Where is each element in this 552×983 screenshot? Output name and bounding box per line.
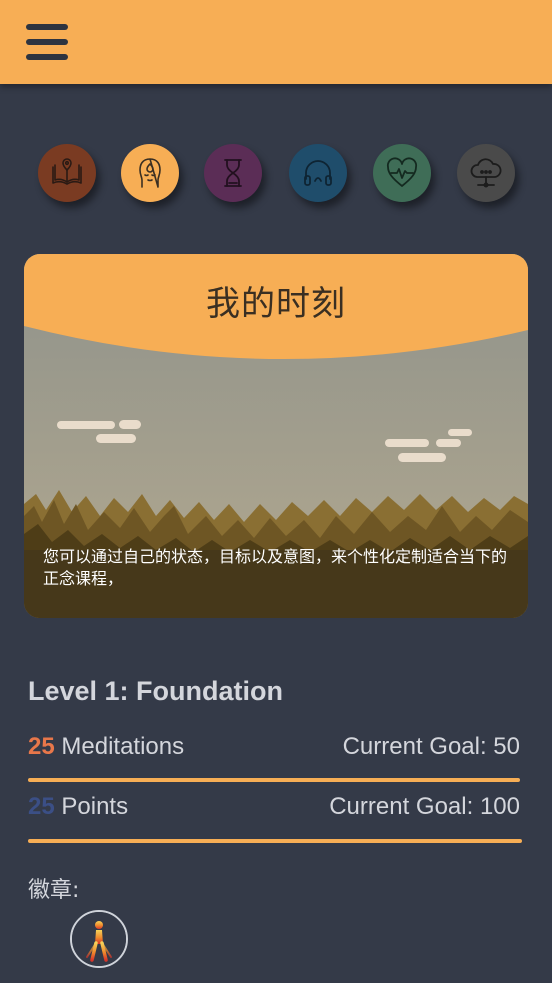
card-description: 您可以通过自己的状态，目标以及意图，来个性化定制适合当下的正念课程， bbox=[43, 547, 508, 588]
points-progress-bar bbox=[28, 839, 522, 843]
level-title: Level 1: Foundation bbox=[28, 676, 284, 706]
meditation-head-icon bbox=[139, 158, 161, 188]
hourglass-icon bbox=[224, 159, 242, 187]
category-icon-row bbox=[0, 144, 552, 204]
meditations-progress-bar bbox=[28, 778, 520, 782]
headphones-icon bbox=[304, 160, 332, 186]
category-button-book[interactable] bbox=[38, 144, 96, 202]
category-button-timer[interactable] bbox=[204, 144, 262, 202]
top-app-bar bbox=[0, 0, 552, 84]
book-location-icon bbox=[52, 158, 82, 185]
meditations-count: 25 bbox=[28, 733, 55, 760]
meditations-stat-row: 25 Meditations Current Goal: 50 bbox=[28, 733, 520, 767]
points-label: Points bbox=[61, 793, 129, 820]
meditations-goal: Current Goal: 50 bbox=[342, 733, 520, 760]
cloud-network-icon bbox=[470, 158, 502, 188]
hamburger-menu-icon[interactable] bbox=[26, 24, 70, 62]
points-goal: Current Goal: 100 bbox=[329, 793, 520, 820]
category-button-cloud[interactable] bbox=[457, 144, 515, 202]
heart-pulse-icon bbox=[386, 157, 418, 187]
badges-label: 徽章: bbox=[28, 878, 80, 903]
points-count: 25 bbox=[28, 793, 55, 820]
category-button-audio[interactable] bbox=[289, 144, 347, 202]
vitruvian-man-badge-icon[interactable] bbox=[70, 910, 128, 968]
meditations-label: Meditations bbox=[61, 733, 185, 760]
category-button-health[interactable] bbox=[373, 144, 431, 202]
card-title: 我的时刻 bbox=[206, 284, 346, 324]
category-button-meditation[interactable] bbox=[121, 144, 179, 202]
my-moment-card[interactable]: 我的时刻 您可以通过自己的状态，目标以及意图，来个性化定制适合当下的正念课程， bbox=[24, 254, 528, 618]
points-stat-row: 25 Points Current Goal: 100 bbox=[28, 793, 520, 827]
